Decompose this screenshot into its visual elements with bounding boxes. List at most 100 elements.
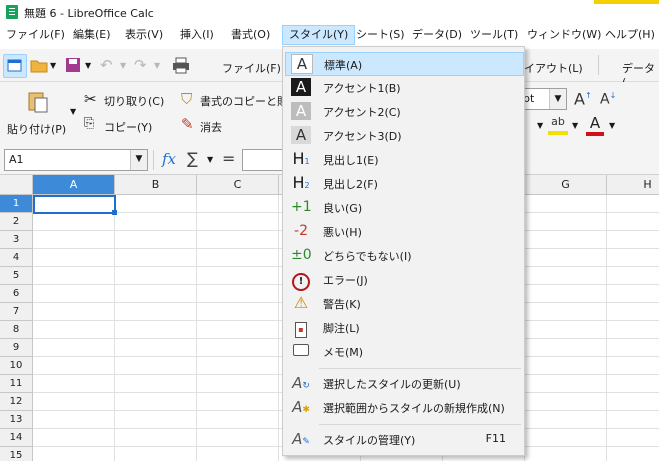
row-header-15[interactable]: 15 — [0, 447, 33, 461]
style-heading1-item[interactable]: H1 見出し1(E) — [285, 148, 522, 170]
style-default-item[interactable]: A 標準(A) — [285, 52, 524, 76]
footnote-icon: ▪ — [291, 318, 311, 338]
sum-dropdown-icon[interactable]: ▼ — [207, 155, 213, 164]
clear-button[interactable]: 消去 — [200, 119, 222, 135]
cell-reference: A1 — [9, 153, 24, 166]
selected-cell-a1[interactable] — [33, 195, 116, 214]
sum-icon[interactable]: ∑ — [187, 149, 198, 168]
folder-icon — [30, 60, 48, 73]
style-note-item[interactable]: メモ(M) — [285, 340, 522, 362]
paste-icon[interactable] — [27, 90, 49, 114]
save-dropdown-icon[interactable]: ▼ — [85, 61, 91, 70]
highlight-color-icon[interactable]: ab — [548, 115, 568, 135]
tab-layout[interactable]: イアウト(L) — [524, 60, 583, 76]
style-neutral-item[interactable]: ±0 どちらでもない(I) — [285, 244, 522, 266]
menu-styles[interactable]: スタイル(Y) — [282, 25, 356, 45]
increase-font-icon[interactable]: A↑ — [574, 88, 592, 107]
row-header-2[interactable]: 2 — [0, 213, 33, 231]
menu-format[interactable]: 書式(O) — [231, 27, 270, 43]
new-style-item[interactable]: A✱ 選択範囲からスタイルの新規作成(N) — [285, 396, 522, 418]
style-footnote-item[interactable]: ▪ 脚注(L) — [285, 316, 522, 338]
row-header-9[interactable]: 9 — [0, 339, 33, 357]
paste-button[interactable]: 貼り付け(P) — [7, 121, 66, 137]
style-bad-item[interactable]: -2 悪い(H) — [285, 220, 522, 242]
row-header-1[interactable]: 1 — [0, 195, 33, 213]
update-style-item[interactable]: A↻ 選択したスタイルの更新(U) — [285, 372, 522, 394]
row-header-14[interactable]: 14 — [0, 429, 33, 447]
style-good-label: 良い(G) — [323, 202, 363, 215]
column-header-h[interactable]: H — [607, 175, 659, 195]
undo-icon[interactable]: ↶ — [100, 56, 113, 74]
menu-view[interactable]: 表示(V) — [125, 27, 163, 43]
row-header-8[interactable]: 8 — [0, 321, 33, 339]
style-accent2-item[interactable]: A アクセント2(C) — [285, 100, 522, 122]
divider — [153, 150, 154, 170]
menu-help[interactable]: ヘルプ(H) — [605, 27, 655, 43]
row-header-12[interactable]: 12 — [0, 393, 33, 411]
menu-window[interactable]: ウィンドウ(W) — [527, 27, 601, 43]
font-color-icon[interactable]: A — [586, 114, 604, 136]
highlight-dropdown-icon[interactable]: ▼ — [572, 121, 578, 130]
style-warning-item[interactable]: ⚠ 警告(K) — [285, 292, 522, 314]
neutral-icon: ±0 — [291, 247, 312, 263]
name-box[interactable]: A1 ▼ — [4, 149, 148, 171]
name-box-dropdown-icon[interactable]: ▼ — [130, 150, 147, 170]
print-button[interactable] — [170, 54, 192, 76]
formula-equals-icon[interactable]: = — [222, 149, 235, 168]
style-good-item[interactable]: +1 良い(G) — [285, 196, 522, 218]
style-accent3-item[interactable]: A アクセント3(D) — [285, 124, 522, 146]
row-header-5[interactable]: 5 — [0, 267, 33, 285]
row-header-3[interactable]: 3 — [0, 231, 33, 249]
style-error-item[interactable]: ! エラー(J) — [285, 268, 522, 291]
font-size-dropdown-icon[interactable]: ▼ — [549, 89, 566, 109]
manage-styles-item[interactable]: A✎ スタイルの管理(Y) F11 — [285, 428, 522, 450]
column-header-a[interactable]: A — [33, 175, 115, 195]
function-wizard-icon[interactable]: fx — [162, 150, 176, 168]
new-document-button[interactable] — [3, 54, 27, 78]
accent3-icon: A — [291, 126, 311, 144]
row-header-11[interactable]: 11 — [0, 375, 33, 393]
menu-tools[interactable]: ツール(T) — [470, 27, 518, 43]
menu-data[interactable]: データ(D) — [412, 27, 462, 43]
styles-menu: A 標準(A) A アクセント1(B) A アクセント2(C) A アクセント3… — [282, 46, 525, 456]
menu-file[interactable]: ファイル(F) — [6, 27, 65, 43]
style-heading2-item[interactable]: H2 見出し2(F) — [285, 172, 522, 194]
tab-file[interactable]: ファイル(F) — [222, 60, 281, 76]
redo-icon[interactable]: ↷ — [134, 56, 147, 74]
corner-select-all[interactable] — [0, 175, 33, 195]
new-style-icon: A✱ — [292, 398, 310, 416]
font-color-dropdown-icon[interactable]: ▼ — [609, 121, 615, 130]
title-accent — [594, 0, 659, 4]
row-header-6[interactable]: 6 — [0, 285, 33, 303]
copy-button[interactable]: コピー(Y) — [104, 119, 152, 135]
menu-separator — [319, 368, 521, 369]
warning-icon: ⚠ — [293, 293, 309, 312]
scissors-icon: ✂ — [84, 90, 97, 108]
row-header-10[interactable]: 10 — [0, 357, 33, 375]
formula-input[interactable] — [242, 149, 284, 171]
row-header-4[interactable]: 4 — [0, 249, 33, 267]
style-accent1-item[interactable]: A アクセント1(B) — [285, 76, 522, 98]
row-header-7[interactable]: 7 — [0, 303, 33, 321]
column-header-b[interactable]: B — [115, 175, 197, 195]
column-header-g[interactable]: G — [525, 175, 607, 195]
open-button[interactable] — [28, 54, 50, 76]
menu-edit[interactable]: 編集(E) — [73, 27, 111, 43]
cut-button[interactable]: 切り取り(C) — [104, 93, 164, 109]
row-header-13[interactable]: 13 — [0, 411, 33, 429]
update-style-label: 選択したスタイルの更新(U) — [323, 378, 461, 391]
redo-dropdown-icon[interactable]: ▼ — [154, 61, 160, 70]
menu-bar: ファイル(F) 編集(E) 表示(V) 挿入(I) 書式(O) スタイル(Y) … — [0, 24, 659, 46]
undo-dropdown-icon[interactable]: ▼ — [120, 61, 126, 70]
menu-insert[interactable]: 挿入(I) — [180, 27, 214, 43]
default-style-icon: A — [291, 54, 313, 74]
save-button[interactable] — [62, 54, 84, 76]
open-dropdown-icon[interactable]: ▼ — [50, 61, 56, 70]
paste-dropdown-icon[interactable]: ▼ — [70, 107, 76, 116]
decrease-font-icon[interactable]: A↓ — [600, 88, 616, 108]
manage-styles-label: スタイルの管理(Y) — [323, 434, 416, 447]
borders-dropdown-icon[interactable]: ▼ — [537, 121, 543, 130]
menu-sheet[interactable]: シート(S) — [356, 27, 405, 43]
autofill-handle[interactable] — [112, 210, 117, 215]
column-header-c[interactable]: C — [197, 175, 279, 195]
